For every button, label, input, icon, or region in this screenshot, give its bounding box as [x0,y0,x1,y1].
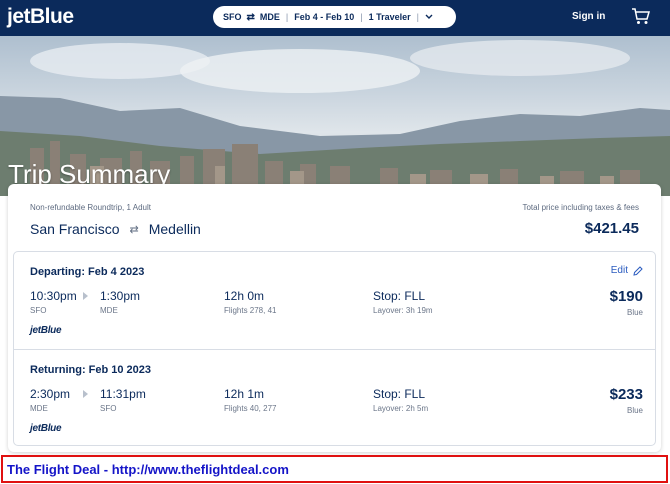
layover-info: Layover: 2h 5m [373,404,429,413]
arrive-airport: SFO [100,404,117,413]
carrier-logo: jetBlue [30,423,62,434]
arrive-time: 11:31pm [100,387,146,401]
search-dates: Feb 4 - Feb 10 [294,12,355,22]
arrive-airport: MDE [100,306,118,315]
divider: | [416,12,420,22]
divider: | [285,12,289,22]
depart-airport: SFO [30,306,47,315]
search-destination: MDE [259,12,280,22]
flight-deal-banner: The Flight Deal - http://www.theflightde… [1,455,668,483]
trip-search-pill[interactable]: SFO ⇄ MDE | Feb 4 - Feb 10 | 1 Traveler … [213,6,456,28]
destination-city: Medellin [148,221,201,237]
fare-class: Blue [626,308,643,317]
flight-legs: Departing: Feb 4 2023 Edit 10:30pm SFO 1… [13,251,656,446]
search-origin: SFO [223,12,242,22]
origin-city: San Francisco [30,221,120,237]
leg-price: $190 [609,288,643,305]
duration: 12h 0m [224,289,265,303]
hero-image: Trip Summary [0,36,670,196]
depart-time: 2:30pm [30,387,71,401]
total-price-label: Total price including taxes & fees [522,203,639,212]
jetblue-logo[interactable]: jetBlue [7,5,74,29]
fare-class: Blue [626,406,643,415]
trip-summary-card: Non-refundable Roundtrip, 1 Adult San Fr… [8,184,661,452]
play-arrow-icon [83,390,88,398]
swap-icon: ⇄ [246,11,255,23]
stop-info: Stop: FLL [373,387,426,401]
fare-type-label: Non-refundable Roundtrip, 1 Adult [30,203,151,212]
returning-title: Returning: Feb 10 2023 [30,364,152,376]
returning-leg: Returning: Feb 10 2023 2:30pm MDE 11:31p… [14,349,655,445]
flight-numbers: Flights 278, 41 [224,306,277,315]
search-travelers: 1 Traveler [368,12,411,22]
edit-link[interactable]: Edit [611,265,643,276]
swap-arrow-icon: ⇄ [129,223,139,236]
leg-price: $233 [609,386,643,403]
departing-title: Departing: Feb 4 2023 [30,266,145,278]
pencil-icon [633,265,643,276]
carrier-logo: jetBlue [30,325,62,336]
depart-airport: MDE [30,404,48,413]
stop-info: Stop: FLL [373,289,426,303]
arrive-time: 1:30pm [100,289,141,303]
divider: | [360,12,363,22]
play-arrow-icon [83,292,88,300]
top-nav: jetBlue SFO ⇄ MDE | Feb 4 - Feb 10 | 1 T… [0,0,670,36]
layover-info: Layover: 3h 19m [373,306,433,315]
sign-in-link[interactable]: Sign in [572,11,605,22]
banner-text[interactable]: The Flight Deal - http://www.theflightde… [7,462,289,477]
duration: 12h 1m [224,387,265,401]
depart-time: 10:30pm [30,289,77,303]
cart-icon[interactable] [631,7,651,25]
chevron-down-icon[interactable] [425,12,433,22]
route-cities: San Francisco ⇄ Medellin [30,221,201,237]
flight-numbers: Flights 40, 277 [224,404,277,413]
edit-label: Edit [610,265,628,276]
total-price: $421.45 [584,220,639,237]
departing-leg: Departing: Feb 4 2023 Edit 10:30pm SFO 1… [14,252,655,348]
